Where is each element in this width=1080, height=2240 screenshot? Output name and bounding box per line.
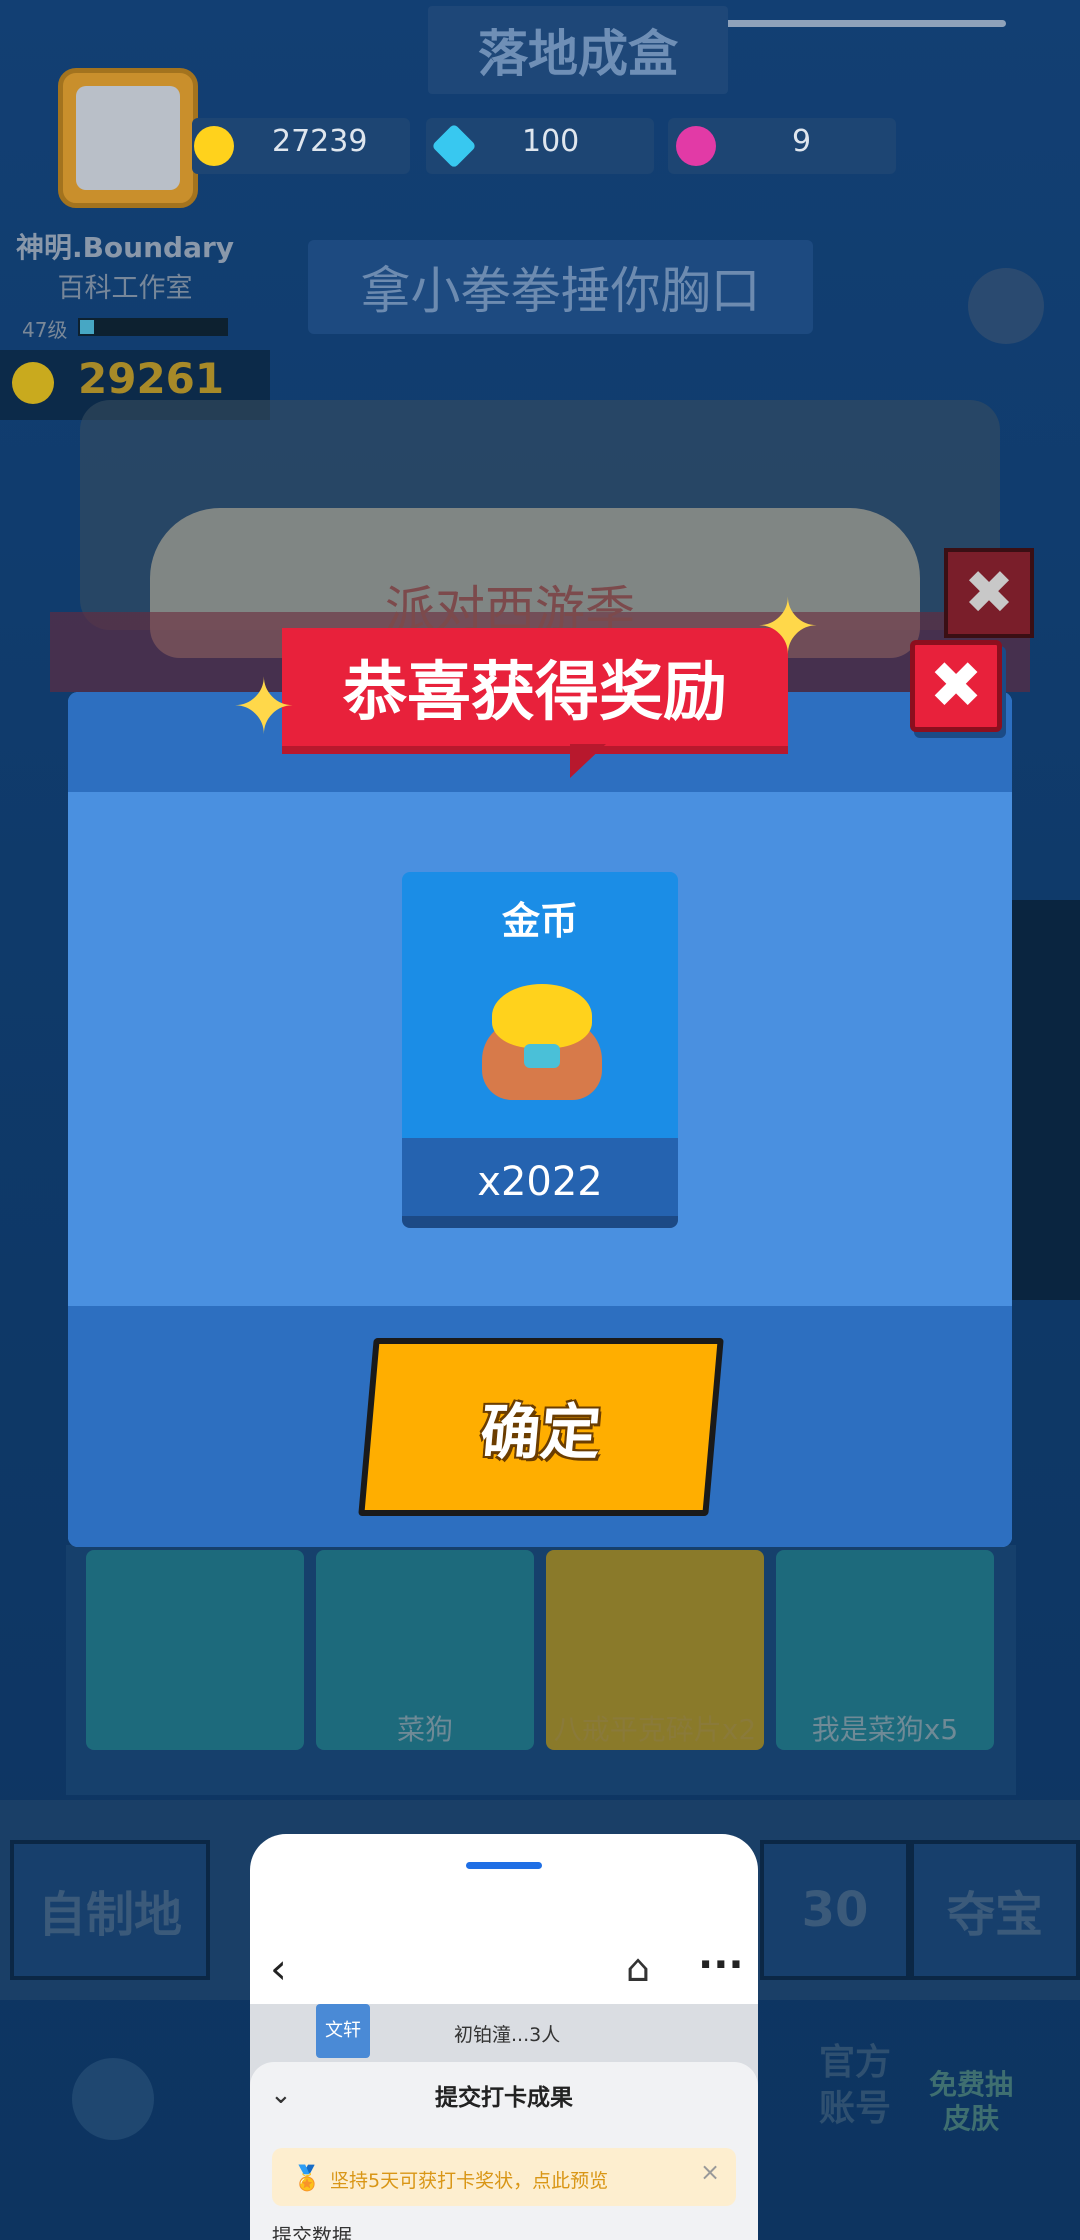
panel-title: 提交打卡成果 [435,2085,573,2111]
sparkle-icon: ✦ [756,582,820,671]
reward-card-label: 我是菜狗x5 [811,1713,959,1746]
preview-tag: 文轩 [316,2004,370,2058]
more-icon[interactable]: ··· [698,1942,748,1992]
sheet-drag-handle[interactable] [466,1862,542,1869]
treasure-button[interactable]: 夺宝 [910,1840,1080,1980]
background-close-button[interactable]: ✖ [944,548,1034,638]
gold-coin-icon [194,126,234,166]
custom-map-button[interactable]: 自制地 [10,1840,210,1980]
avatar-image [76,86,180,190]
item-card-shadow [402,1216,678,1228]
confirm-button[interactable]: 确定 [358,1338,724,1516]
notice-text: 坚持5天可获打卡奖状，点此预览 [330,2170,609,2192]
reward-card [86,1550,304,1750]
close-button[interactable]: ✖ [910,640,1002,732]
player-name: 神明.Boundary [15,231,235,264]
player-coins: 29261 [78,354,225,403]
gear-icon[interactable] [72,2058,154,2140]
gold-coin-icon [12,362,54,404]
medal-icon: 🏅 [292,2164,322,2192]
level-progress-fill [80,320,94,334]
resource-gold-value: 27239 [272,124,368,159]
back-chevron-icon[interactable]: ‹ [270,1944,310,1994]
sparkle-icon: ✦ [232,662,296,751]
reward-item-name: 金币 [501,899,578,943]
player-level: 47级 [22,318,68,342]
dialog-title: 恭喜获得奖励 [282,628,788,746]
level-progress-bar [78,318,228,336]
coin-bag-icon [474,968,608,1100]
ribbon-tail [570,744,606,778]
status-indicator [706,20,1006,27]
reward-card-label: 八戒平克碎片x2 [553,1713,757,1746]
bag-ribbon [524,1044,560,1068]
bag-coins [492,984,592,1048]
home-icon[interactable]: ⌂ [626,1946,666,1990]
reward-item-quantity: x2022 [402,1138,678,1226]
megaphone-icon[interactable] [968,268,1044,344]
submit-data-row: 提交数据 [272,2224,352,2240]
player-studio: 百科工作室 [57,273,193,304]
resource-flower-value: 9 [792,124,812,159]
mode-title: 落地成盒 [428,6,728,94]
official-account-button[interactable]: 官方账号 [810,2040,900,2150]
player-slogan-banner: 拿小拳拳捶你胸口 [308,240,813,334]
mini-program-sheet: ‹ ⌂ ··· 文轩 初铂潼...3人 ⌄ 提交打卡成果 🏅 坚持5天可获打卡奖… [250,1834,758,2240]
flower-token-icon [676,126,716,166]
reward-item-card: 金币 x2022 [402,872,678,1226]
reward-card-label: 菜狗 [396,1713,453,1746]
free-skin-button[interactable]: 免费抽皮肤 [926,2068,1016,2148]
preview-text: 初铂潼...3人 [454,2024,561,2046]
close-icon[interactable]: × [700,2158,720,2186]
lottery-button[interactable]: 30 [760,1840,910,1980]
resource-diamond-value: 100 [522,124,580,159]
